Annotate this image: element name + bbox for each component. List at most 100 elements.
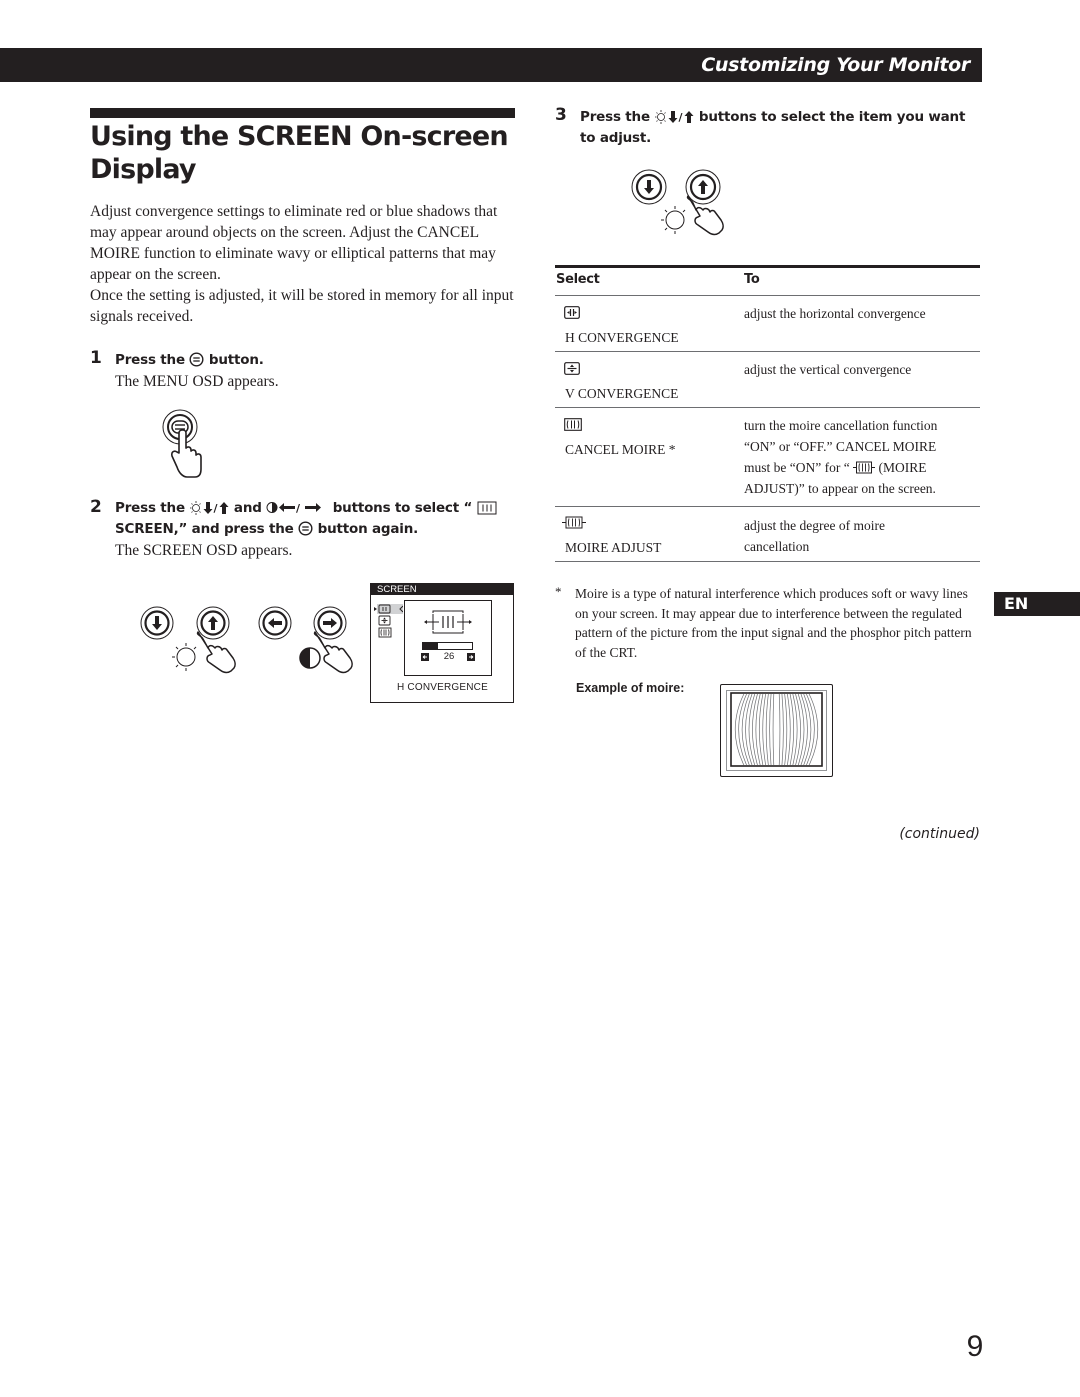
table-row-1-name: H CONVERGENCE <box>565 330 679 345</box>
cancel-moire-icon <box>564 418 582 431</box>
page-title-line-1: Using the SCREEN On-screen <box>90 121 509 152</box>
step-2-heading-c: buttons to select “ <box>332 500 473 516</box>
menu-button-press-illustration <box>162 409 202 478</box>
screen-osd: SCREEN 26 H CONVERGENCE <box>370 583 514 703</box>
table-row-2-description: adjust the vertical convergence <box>744 362 912 377</box>
step-2-heading-d: SCREEN,” and press the <box>115 521 294 537</box>
h-convergence-icon <box>564 306 580 319</box>
intro-paragraph-1: Adjust convergence settings to eliminate… <box>90 203 498 283</box>
right-button-icon <box>312 605 348 641</box>
table-row-3-description-line-4: ADJUST)” to appear on the screen. <box>744 481 936 496</box>
table-row-divider <box>555 506 980 507</box>
intro-text: Adjust convergence settings to eliminate… <box>90 201 520 327</box>
moire-adjust-icon <box>562 516 586 529</box>
moire-example-monitor <box>720 684 833 777</box>
screen-menu-icon <box>477 501 497 515</box>
cancel-moire-icon <box>378 627 392 638</box>
table-header-to: To <box>744 272 760 287</box>
osd-level-fill <box>423 643 438 649</box>
svg-text:/: / <box>214 502 219 515</box>
increase-icon <box>467 653 475 661</box>
pointing-hand-icon <box>171 429 202 478</box>
table-header-divider <box>555 295 980 296</box>
step-1-heading: Press the button. <box>115 350 515 371</box>
continued-note: (continued) <box>899 826 980 842</box>
arrow-buttons-illustration <box>139 605 353 674</box>
osd-selection-marker-icon <box>374 607 377 611</box>
language-tab: EN <box>994 592 1080 616</box>
section-header-band: Customizing Your Monitor <box>0 48 982 82</box>
step-3-heading-line-1: buttons to select the item you want <box>698 109 966 125</box>
step-2-heading-e: button again. <box>317 521 419 537</box>
footnote-text: Moire is a type of natural interference … <box>575 586 972 660</box>
down-button-icon <box>139 605 175 641</box>
down-button-icon <box>631 169 667 205</box>
step-1-heading-post: button. <box>208 352 264 368</box>
step-1-heading-pre: Press the <box>115 352 185 368</box>
table-top-rule <box>555 265 980 268</box>
pointing-hand-icon <box>196 631 236 674</box>
up-down-buttons-illustration <box>631 169 724 236</box>
step-1-result: The MENU OSD appears. <box>115 373 279 390</box>
table-row-4-name: MOIRE ADJUST <box>565 540 662 555</box>
table-bottom-rule <box>555 561 980 562</box>
brightness-down-up-icon: / <box>190 501 229 515</box>
step-3-heading: Press the / buttons to select the item y… <box>580 107 980 149</box>
decrease-icon <box>421 653 429 661</box>
step-2-heading: Press the / and / buttons to select “ SC… <box>115 498 525 540</box>
table-row-1-description: adjust the horizontal convergence <box>744 306 926 321</box>
language-tab-label: EN <box>1004 594 1029 613</box>
step-3-number: 3 <box>555 105 567 125</box>
h-convergence-large-icon <box>424 610 472 634</box>
moire-adjust-icon <box>853 461 876 474</box>
table-row-3-description-line-2: “ON” or “OFF.” CANCEL MOIRE <box>744 439 937 454</box>
table-row-divider <box>555 407 980 408</box>
osd-selected-item-label: H CONVERGENCE <box>397 682 488 693</box>
brightness-icon <box>172 643 197 671</box>
brightness-down-up-icon: / <box>655 110 694 124</box>
menu-button-icon <box>298 521 313 536</box>
left-button-icon <box>257 605 293 641</box>
step-2-heading-a: Press the <box>115 500 185 516</box>
osd-value: 26 <box>443 651 455 662</box>
table-row-3-description: turn the moire cancellation function “ON… <box>744 415 980 499</box>
pointing-hand-icon <box>313 631 353 674</box>
step-2-heading-b: and <box>233 500 262 516</box>
osd-adjust-panel: 26 <box>404 600 492 676</box>
osd-menu-icons <box>374 604 403 638</box>
step-3-heading-pre: Press the <box>580 109 650 125</box>
page-title-line-2: Display <box>90 154 197 185</box>
table-row-2-name: V CONVERGENCE <box>565 386 679 401</box>
up-button-icon <box>685 169 721 205</box>
svg-text:/: / <box>679 111 684 124</box>
osd-level-bar <box>422 642 473 650</box>
page-title: Using the SCREEN On-screen Display <box>90 120 520 186</box>
table-row-3-description-line-3a: must be “ON” for “ <box>744 460 850 475</box>
page-number: 9 <box>966 1330 984 1363</box>
moire-example-label: Example of moire: <box>576 681 685 695</box>
intro-paragraph-2: Once the setting is adjusted, it will be… <box>90 287 514 325</box>
moire-pattern-image <box>726 690 827 771</box>
table-row-3-description-line-1: turn the moire cancellation function <box>744 418 938 433</box>
table-row-3-name: CANCEL MOIRE * <box>565 442 676 457</box>
v-convergence-icon <box>564 362 580 375</box>
menu-button-icon <box>189 352 204 367</box>
contrast-left-right-icon: / <box>266 502 322 515</box>
table-row-4-description-line-1: adjust the degree of moire <box>744 518 885 533</box>
brightness-icon <box>661 206 686 234</box>
table-row-4-description-line-2: cancellation <box>744 539 810 554</box>
step-2-result: The SCREEN OSD appears. <box>115 542 293 559</box>
pointing-hand-icon <box>686 195 724 236</box>
table-row-4-description: adjust the degree of moire cancellation <box>744 515 980 557</box>
step-3-heading-line-2: to adjust. <box>580 130 652 146</box>
table-row-divider <box>555 351 980 352</box>
osd-title: SCREEN <box>371 584 514 595</box>
v-convergence-icon <box>378 615 391 626</box>
contrast-icon <box>299 647 321 669</box>
footnote-marker: * <box>555 584 562 599</box>
up-button-icon <box>195 605 231 641</box>
title-rule <box>90 108 515 118</box>
step-2-number: 2 <box>90 497 102 517</box>
svg-text:/: / <box>296 502 301 515</box>
table-header-select: Select <box>556 272 600 287</box>
